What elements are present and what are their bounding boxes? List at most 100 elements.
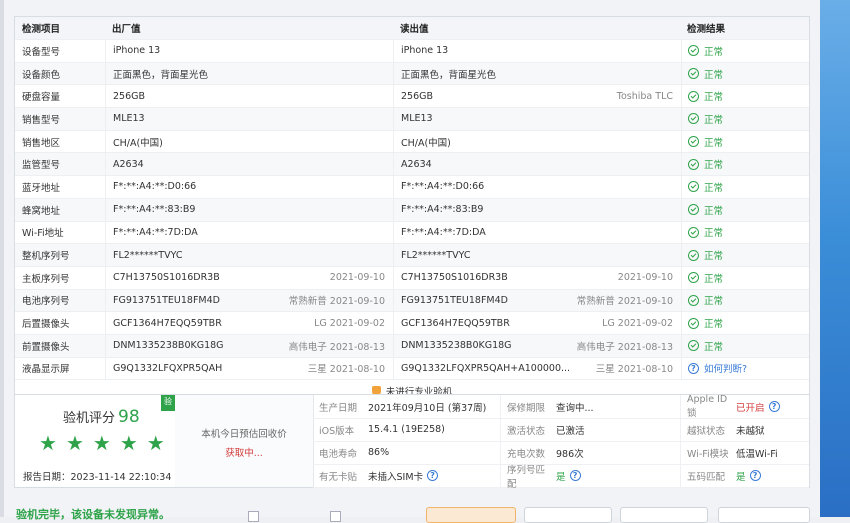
item-name: 监管型号	[22, 160, 61, 172]
help-icon[interactable]: ?	[768, 401, 780, 412]
info-cell: 越狱状态 未越狱	[680, 418, 809, 441]
info-row: 电池寿命 86% 充电次数 986次 Wi-Fi模块 低温Wi-Fi	[313, 441, 809, 465]
info-cell: 保修期限 查询中...	[500, 395, 680, 418]
check-circle-icon	[688, 113, 699, 125]
table-row: 销售地区 CH/A(中国) CH/A(中国) 正常	[15, 129, 809, 153]
factory-value: F*:**:A4:**:83:B9	[113, 204, 196, 216]
info-key: 激活状态	[507, 425, 546, 437]
info-cell: iOS版本 15.4.1 (19E258)	[313, 418, 500, 441]
result-ok: 正常	[688, 293, 723, 307]
result-cell: 正常	[681, 176, 809, 198]
read-value: A2634	[401, 158, 432, 170]
result-cell: 正常	[681, 85, 809, 108]
result-text: 正常	[704, 114, 724, 126]
factory-value: CH/A(中国)	[113, 137, 163, 149]
info-key: 保修期限	[507, 402, 546, 414]
factory-value: A2634	[113, 158, 144, 170]
info-row: 有无卡贴 未插入SIM卡? 序列号匹配是? 五码匹配是?	[313, 464, 809, 490]
help-icon[interactable]: ?	[569, 470, 581, 481]
result-text: 正常	[704, 251, 724, 263]
how-to-judge-link[interactable]: ? 如何判断?	[688, 361, 747, 375]
app-window: 检测项目 出厂值 读出值 检测结果 设备型号 iPhone 13 iPhone 13…	[0, 0, 820, 523]
help-icon[interactable]: ?	[427, 470, 439, 481]
info-row: 生产日期 2021年09月10日 (第37周) 保修期限 查询中... Apple ID…	[313, 394, 809, 419]
read-value-cell: 正面黑色，背面星光色	[393, 62, 681, 85]
info-key: 序列号匹配	[507, 464, 546, 490]
factory-value: F*:**:A4:**:D0:66	[113, 181, 197, 193]
table-row: Wi-Fi地址 F*:**:A4:**:7D:DA F*:**:A4:**:7D:D…	[15, 220, 809, 244]
read-value: F*:**:A4:**:D0:66	[401, 181, 485, 193]
table-row: 后置摄像头 GCF1364H7EQQ59TBR LG 2021-09-02 GCF13…	[15, 311, 809, 334]
action-button-1[interactable]	[426, 507, 516, 523]
result-ok: 正常	[688, 339, 723, 353]
factory-value-cell: G9Q1332LFQXPR5QAH 三星 2021-08-10	[105, 357, 393, 380]
table-row: 电池序列号 FG913751TEU18FM4D 常熟新普 2021-09-10 FG9…	[15, 288, 809, 312]
factory-value-cell: F*:**:A4:**:83:B9	[105, 198, 393, 221]
factory-value: G9Q1332LFQXPR5QAH	[113, 362, 223, 374]
info-value: 低温Wi-Fi	[736, 448, 778, 460]
result-ok: 正常	[688, 225, 723, 239]
table-row: 前置摄像头 DNM1335238B0KG18G 高伟电子 2021-08-13 DNM…	[15, 333, 809, 357]
factory-note: 2021-09-10	[329, 272, 385, 284]
item-name: 电池序列号	[22, 296, 70, 308]
score-label: 验机评分	[63, 411, 116, 426]
item-name: 销售地区	[22, 137, 61, 149]
help-icon[interactable]: ?	[749, 470, 761, 481]
result-cell: ? 如何判断?	[681, 357, 809, 380]
read-note: 三星 2021-08-10	[595, 364, 673, 376]
info-value-wrap: 查询中...	[556, 400, 594, 414]
factory-value: FG913751TEU18FM4D	[113, 294, 220, 306]
result-ok: 正常	[688, 112, 723, 126]
result-ok: 正常	[688, 89, 723, 103]
info-value: 未越狱	[736, 425, 765, 437]
factory-note: 三星 2021-08-10	[307, 364, 385, 376]
check-circle-icon	[688, 136, 699, 148]
read-value: F*:**:A4:**:83:B9	[401, 204, 484, 216]
header-read: 读出值	[400, 24, 429, 35]
action-button-2[interactable]	[524, 507, 612, 523]
read-note: Toshiba TLC	[616, 90, 673, 102]
item-name: 设备型号	[22, 46, 61, 58]
info-key: 生产日期	[319, 402, 358, 414]
read-value-cell: FG913751TEU18FM4D 常熟新普 2021-09-10	[393, 289, 681, 312]
factory-value-cell: 正面黑色，背面星光色	[105, 62, 393, 85]
action-button-4[interactable]	[718, 507, 810, 523]
read-value: DNM1335238B0KG18G	[401, 340, 512, 352]
header-factory: 出厂值	[112, 24, 141, 35]
result-cell: 正常	[681, 334, 809, 357]
info-value-wrap: 低温Wi-Fi	[736, 446, 778, 460]
read-value-cell: A2634	[393, 153, 681, 176]
item-name: 硬盘容量	[22, 92, 61, 104]
result-text: 正常	[704, 273, 724, 285]
factory-value-cell: CH/A(中国)	[105, 130, 393, 153]
info-key: 五码匹配	[687, 471, 726, 483]
result-cell: 正常	[681, 62, 809, 85]
quote-loading[interactable]: 获取中...	[175, 445, 313, 459]
info-row: iOS版本 15.4.1 (19E258) 激活状态 已激活 越狱状态 未越狱	[313, 418, 809, 442]
star-icon: ★	[39, 431, 57, 455]
read-value-cell: 256GB Toshiba TLC	[393, 85, 681, 108]
result-text: 正常	[704, 160, 724, 172]
read-value-cell: iPhone 13	[393, 40, 681, 62]
table-row: 液晶显示屏 G9Q1332LFQXPR5QAH 三星 2021-08-10 G9Q13…	[15, 356, 809, 380]
read-note: 常熟新普 2021-09-10	[576, 296, 673, 308]
check-circle-icon	[688, 249, 699, 261]
star-icon: ★	[146, 431, 165, 455]
item-name: 前置摄像头	[22, 341, 70, 353]
check-circle-icon	[688, 181, 699, 193]
read-value: CH/A(中国)	[401, 137, 451, 149]
action-button-3[interactable]	[620, 507, 708, 523]
result-text: 正常	[704, 205, 724, 217]
read-value: iPhone 13	[401, 45, 449, 57]
info-cell: Apple ID锁 已开启?	[680, 394, 809, 419]
header-result: 检测结果	[687, 24, 726, 35]
item-name: 液晶显示屏	[22, 364, 70, 376]
result-text: 正常	[704, 319, 724, 331]
recycle-quote[interactable]: 本机今日预估回收价 获取中...	[175, 395, 314, 487]
check-circle-icon	[688, 204, 699, 216]
result-ok: 正常	[688, 248, 723, 262]
check-circle-icon	[688, 294, 699, 306]
info-value: 是	[556, 471, 566, 483]
info-key: 充电次数	[507, 448, 546, 460]
item-name: Wi-Fi地址	[22, 228, 64, 240]
